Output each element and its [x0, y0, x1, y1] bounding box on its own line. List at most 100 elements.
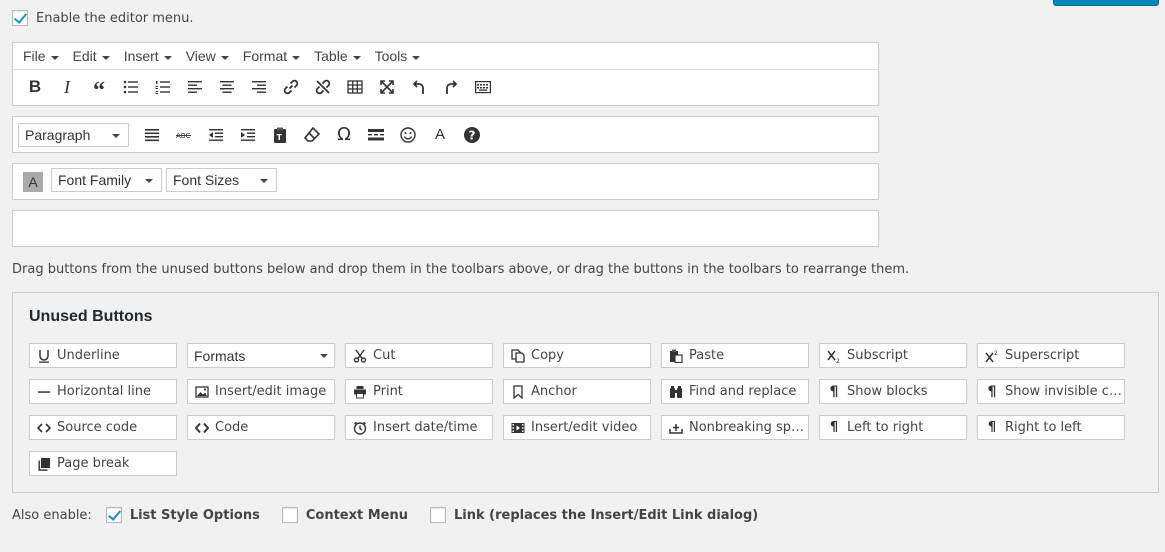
context-menu-checkbox[interactable] — [281, 507, 298, 523]
undo-button[interactable] — [403, 73, 435, 101]
unused-show-invisibles-button[interactable]: ¶ Show invisible cha... — [977, 379, 1125, 404]
clear-formatting-button[interactable] — [296, 121, 328, 149]
unlink-button[interactable] — [307, 73, 339, 101]
fullscreen-button[interactable] — [371, 73, 403, 101]
table-icon — [347, 80, 363, 94]
list-style-options-option[interactable]: List Style Options — [105, 507, 260, 523]
align-left-icon — [188, 81, 202, 93]
drag-instructions: Drag buttons from the unused buttons bel… — [12, 262, 910, 277]
align-center-icon — [220, 81, 234, 93]
unused-page-break-button[interactable]: Page break — [29, 451, 177, 476]
align-center-button[interactable] — [211, 73, 243, 101]
background-color-button[interactable]: A — [23, 172, 43, 192]
context-menu-option[interactable]: Context Menu — [281, 507, 408, 523]
chevron-down-icon — [50, 55, 59, 60]
blockquote-icon: “ — [93, 78, 105, 104]
clear-formatting-icon — [303, 126, 321, 142]
font-sizes-select[interactable]: Font Sizes — [166, 168, 277, 192]
chevron-down-icon — [145, 179, 153, 183]
menu-table[interactable]: Table — [308, 48, 366, 64]
rtl-icon: ¶ — [987, 420, 997, 435]
outdent-icon — [209, 128, 223, 141]
enable-editor-menu-checkbox[interactable] — [12, 10, 28, 26]
unused-left-to-right-button[interactable]: ¶ Left to right — [819, 415, 967, 440]
align-right-button[interactable] — [243, 73, 275, 101]
help-icon: ? — [464, 126, 480, 143]
indent-button[interactable] — [232, 121, 264, 149]
link-dialog-option[interactable]: Link (replaces the Insert/Edit Link dial… — [430, 507, 758, 523]
align-right-icon — [252, 81, 266, 93]
font-family-select[interactable]: Font Family — [51, 168, 162, 192]
unused-cut-button[interactable]: Cut — [345, 343, 493, 368]
keyboard-toggle-button[interactable] — [467, 73, 499, 101]
page-break-icon — [36, 456, 52, 472]
emoticons-icon — [400, 126, 416, 143]
redo-button[interactable] — [435, 73, 467, 101]
unused-insert-video-button[interactable]: Insert/edit video — [503, 415, 651, 440]
chevron-down-icon — [412, 55, 421, 60]
svg-text:T: T — [277, 133, 283, 142]
numbered-list-button[interactable] — [147, 73, 179, 101]
unused-show-blocks-button[interactable]: ¶ Show blocks — [819, 379, 967, 404]
also-enable-row: Also enable: List Style Options Context … — [12, 507, 758, 523]
save-changes-button[interactable] — [1053, 0, 1159, 6]
link-dialog-checkbox[interactable] — [430, 507, 446, 523]
link-button[interactable] — [275, 73, 307, 101]
unused-right-to-left-button[interactable]: ¶ Right to left — [977, 415, 1125, 440]
unused-code-button[interactable]: Code — [187, 415, 335, 440]
code-icon — [194, 420, 210, 436]
justify-button[interactable] — [136, 121, 168, 149]
chevron-down-icon — [352, 55, 361, 60]
menu-edit[interactable]: Edit — [67, 48, 116, 64]
unused-underline-button[interactable]: Underline — [29, 343, 177, 368]
toolbar-1-row: B I “ — [13, 70, 878, 104]
special-character-button[interactable]: Ω — [328, 121, 360, 149]
unused-insert-image-button[interactable]: Insert/edit image — [187, 379, 335, 404]
bullet-list-button[interactable] — [115, 73, 147, 101]
paragraph-format-select[interactable]: Paragraph — [18, 122, 129, 147]
unused-source-code-button[interactable]: Source code — [29, 415, 177, 440]
chevron-down-icon — [112, 133, 120, 138]
unused-print-button[interactable]: Print — [345, 379, 493, 404]
svg-text:2: 2 — [994, 350, 998, 357]
unused-nonbreaking-space-button[interactable]: Nonbreaking space — [661, 415, 809, 440]
unlink-icon — [315, 79, 331, 95]
unused-superscript-button[interactable]: 2 Superscript — [977, 343, 1125, 368]
menu-view[interactable]: View — [180, 48, 235, 64]
unused-formats-select[interactable]: Formats — [187, 343, 335, 368]
menu-format[interactable]: Format — [237, 48, 306, 64]
unused-subscript-button[interactable]: 2 Subscript — [819, 343, 967, 368]
unused-find-replace-button[interactable]: Find and replace — [661, 379, 809, 404]
align-left-button[interactable] — [179, 73, 211, 101]
chevron-down-icon — [260, 179, 268, 183]
wp-page-icon — [368, 128, 384, 140]
outdent-button[interactable] — [200, 121, 232, 149]
blockquote-button[interactable]: “ — [83, 73, 115, 104]
toolbar-4-box[interactable] — [12, 210, 879, 247]
menu-insert[interactable]: Insert — [118, 48, 178, 64]
table-button[interactable] — [339, 73, 371, 101]
unused-paste-button[interactable]: Paste — [661, 343, 809, 368]
fullscreen-icon — [380, 80, 394, 94]
strikethrough-button[interactable]: ABC — [168, 121, 200, 149]
subscript-icon: 2 — [826, 348, 842, 364]
list-style-options-checkbox[interactable] — [105, 507, 122, 523]
unused-anchor-button[interactable]: Anchor — [503, 379, 651, 404]
bold-button[interactable]: B — [19, 73, 51, 101]
toolbar-2-box: Paragraph ABC T Ω A ? — [12, 116, 879, 153]
text-color-button[interactable]: A — [424, 121, 456, 149]
unused-insert-datetime-button[interactable]: Insert date/time — [345, 415, 493, 440]
wp-page-button[interactable] — [360, 121, 392, 149]
image-icon — [194, 384, 210, 400]
unused-copy-button[interactable]: Copy — [503, 343, 651, 368]
help-button[interactable]: ? — [456, 121, 488, 149]
unused-horizontal-line-button[interactable]: Horizontal line — [29, 379, 177, 404]
bullet-list-icon — [123, 80, 138, 94]
emoticons-button[interactable] — [392, 121, 424, 149]
italic-button[interactable]: I — [51, 73, 83, 101]
svg-text:?: ? — [469, 128, 476, 142]
paste-text-button[interactable]: T — [264, 121, 296, 149]
menu-tools[interactable]: Tools — [369, 48, 427, 64]
menu-file[interactable]: File — [17, 48, 65, 64]
redo-icon — [446, 80, 458, 94]
